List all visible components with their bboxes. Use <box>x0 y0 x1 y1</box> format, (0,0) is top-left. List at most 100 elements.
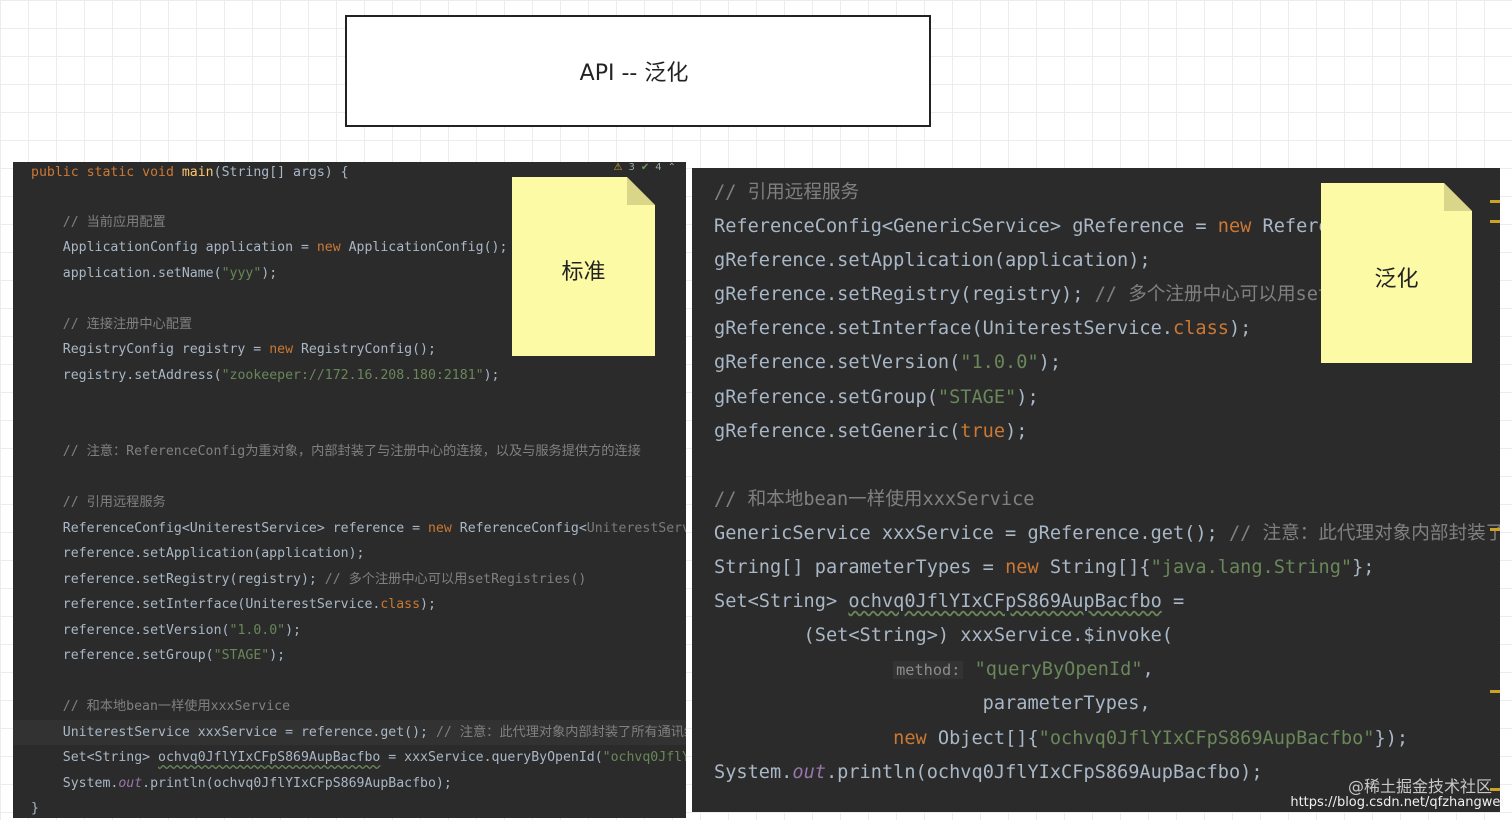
code-line: // 和本地bean一样使用xxxService <box>31 694 686 720</box>
scroll-marker <box>1490 528 1500 531</box>
code-line: reference.setRegistry(registry); // 多个注册… <box>31 567 686 593</box>
code-token: System. <box>31 775 119 791</box>
code-line: String[] parameterTypes = new String[]{"… <box>714 551 1500 585</box>
code-token: gReference.setGeneric( <box>714 420 961 442</box>
code-token: Set<String> <box>31 750 159 765</box>
code-line: // 和本地bean一样使用xxxService <box>714 483 1500 517</box>
code-line: // 注意：ReferenceConfig为重对象，内部封装了与注册中心的连接，… <box>31 439 686 465</box>
sticky-note-standard: 标准 <box>512 177 655 356</box>
code-token: "yyy" <box>221 265 262 281</box>
code-token: // 当前应用配置 <box>31 214 166 230</box>
code-token: new <box>427 520 460 536</box>
code-token: "STAGE" <box>937 386 1017 408</box>
code-line: } <box>31 796 686 818</box>
code-token: = xxxService.queryByOpenId( <box>380 750 603 765</box>
code-token: = <box>1161 591 1185 613</box>
code-token: // 和本地bean一样使用xxxService <box>31 699 291 714</box>
code-line: reference.setInterface(UniterestService.… <box>31 592 686 618</box>
code-token: main <box>181 165 214 180</box>
code-token: "zookeeper://172.16.208.180:2181" <box>221 367 484 383</box>
code-token: Object[]{ <box>937 727 1039 749</box>
code-token: = reference.get(); <box>285 724 436 740</box>
code-token: new <box>1217 216 1263 238</box>
code-token: ApplicationConfig(); <box>348 240 508 255</box>
watermark: @稀土掘金技术社区 <box>1347 777 1492 796</box>
code-line: new Object[]{"ochvq0JflYIxCFpS869AupBacf… <box>714 722 1500 756</box>
code-token: parameterTypes, <box>714 693 1151 715</box>
code-token: reference.setInterface(UniterestService. <box>31 597 381 612</box>
code-token: class <box>1172 318 1229 340</box>
code-token: ); <box>1016 386 1039 408</box>
code-token: UniterestService xxxService <box>31 724 286 740</box>
diagram-title: API -- 泛化 <box>579 61 689 86</box>
code-line: Set<String> ochvq0JflYIxCFpS869AupBacfbo… <box>31 745 686 771</box>
code-token: public static void <box>31 165 182 180</box>
code-token: out <box>118 775 143 791</box>
code-token: ); <box>483 367 500 383</box>
code-token: , <box>1142 659 1154 681</box>
code-token: Set<String> <box>714 591 849 613</box>
code-token: reference.setApplication(application); <box>31 546 365 561</box>
code-token: GenericService xxxService = gReference.g… <box>714 522 1229 544</box>
code-token: RegistryConfig(); <box>300 342 436 357</box>
code-token: // 和本地bean一样使用xxxService <box>714 488 1035 510</box>
code-token: // 注意：此代理对象内部封装了所有通讯细节，对象 <box>1228 522 1500 544</box>
code-token: String[]{ <box>1049 557 1151 579</box>
code-token: application.setName( <box>31 265 222 281</box>
scroll-marker <box>1490 690 1500 693</box>
code-token: (String[] args) { <box>213 165 349 180</box>
code-token: gReference.setGroup( <box>714 386 938 408</box>
code-line: UniterestService xxxService = reference.… <box>31 720 686 746</box>
code-token: "queryByOpenId" <box>974 659 1143 681</box>
code-token: true <box>960 420 1006 442</box>
title-box: API -- 泛化 <box>345 15 931 127</box>
code-line: (Set<String>) xxxService.$invoke( <box>714 619 1500 653</box>
code-token: // 引用远程服务 <box>714 182 860 203</box>
code-token: ); <box>1228 318 1252 340</box>
code-line: GenericService xxxService = gReference.g… <box>714 517 1500 551</box>
code-token: RegistryConfig registry = <box>31 342 270 357</box>
code-token: reference.setRegistry(registry); <box>31 571 325 587</box>
code-token: "STAGE" <box>213 648 270 663</box>
code-token: ); <box>1005 420 1028 442</box>
code-token: // 连接注册中心配置 <box>31 316 193 332</box>
code-token: ochvq0JflYIxCFpS869AupBacfbo <box>158 750 381 765</box>
source-url: https://blog.csdn.net/qfzhangwei <box>1290 795 1504 810</box>
scroll-marker <box>1490 200 1500 203</box>
code-token: // 注意：ReferenceConfig为重对象，内部封装了与注册中心的连接，… <box>31 444 641 459</box>
code-token: out <box>792 761 826 783</box>
code-token: gReference.setApplication(application); <box>714 250 1151 272</box>
code-token: UniterestService <box>586 520 686 536</box>
code-line: registry.setAddress("zookeeper://172.16.… <box>31 363 686 389</box>
code-line: parameterTypes, <box>714 687 1500 721</box>
code-line: // 引用远程服务 <box>31 490 686 516</box>
code-token: // 注意：此代理对象内部封装了所有通讯细节, <box>435 724 686 740</box>
code-token: new <box>316 240 349 255</box>
code-token: new <box>269 342 301 357</box>
code-line: reference.setVersion("1.0.0"); <box>31 618 686 644</box>
code-token: ); <box>1038 352 1062 374</box>
code-token: ); <box>420 597 436 612</box>
code-line: method: "queryByOpenId", <box>714 653 1500 687</box>
code-token: new <box>1005 557 1050 579</box>
note-label: 标准 <box>561 260 606 285</box>
code-token: ); <box>285 622 301 638</box>
code-line: ReferenceConfig<UniterestService> refere… <box>31 516 686 542</box>
code-token: ochvq0JflYIxCFpS869AupBacfbo <box>848 591 1162 613</box>
code-token: gReference.setInterface(UniterestService… <box>714 318 1173 340</box>
code-token: gReference.setVersion( <box>714 352 961 374</box>
code-token: ); <box>269 648 286 663</box>
code-token: "1.0.0" <box>960 352 1039 374</box>
code-line: reference.setGroup("STAGE"); <box>31 643 686 669</box>
code-token: reference.setVersion( <box>31 622 230 638</box>
scroll-marker <box>1490 220 1500 223</box>
note-label: 泛化 <box>1374 267 1419 292</box>
code-token: }); <box>1374 727 1409 749</box>
